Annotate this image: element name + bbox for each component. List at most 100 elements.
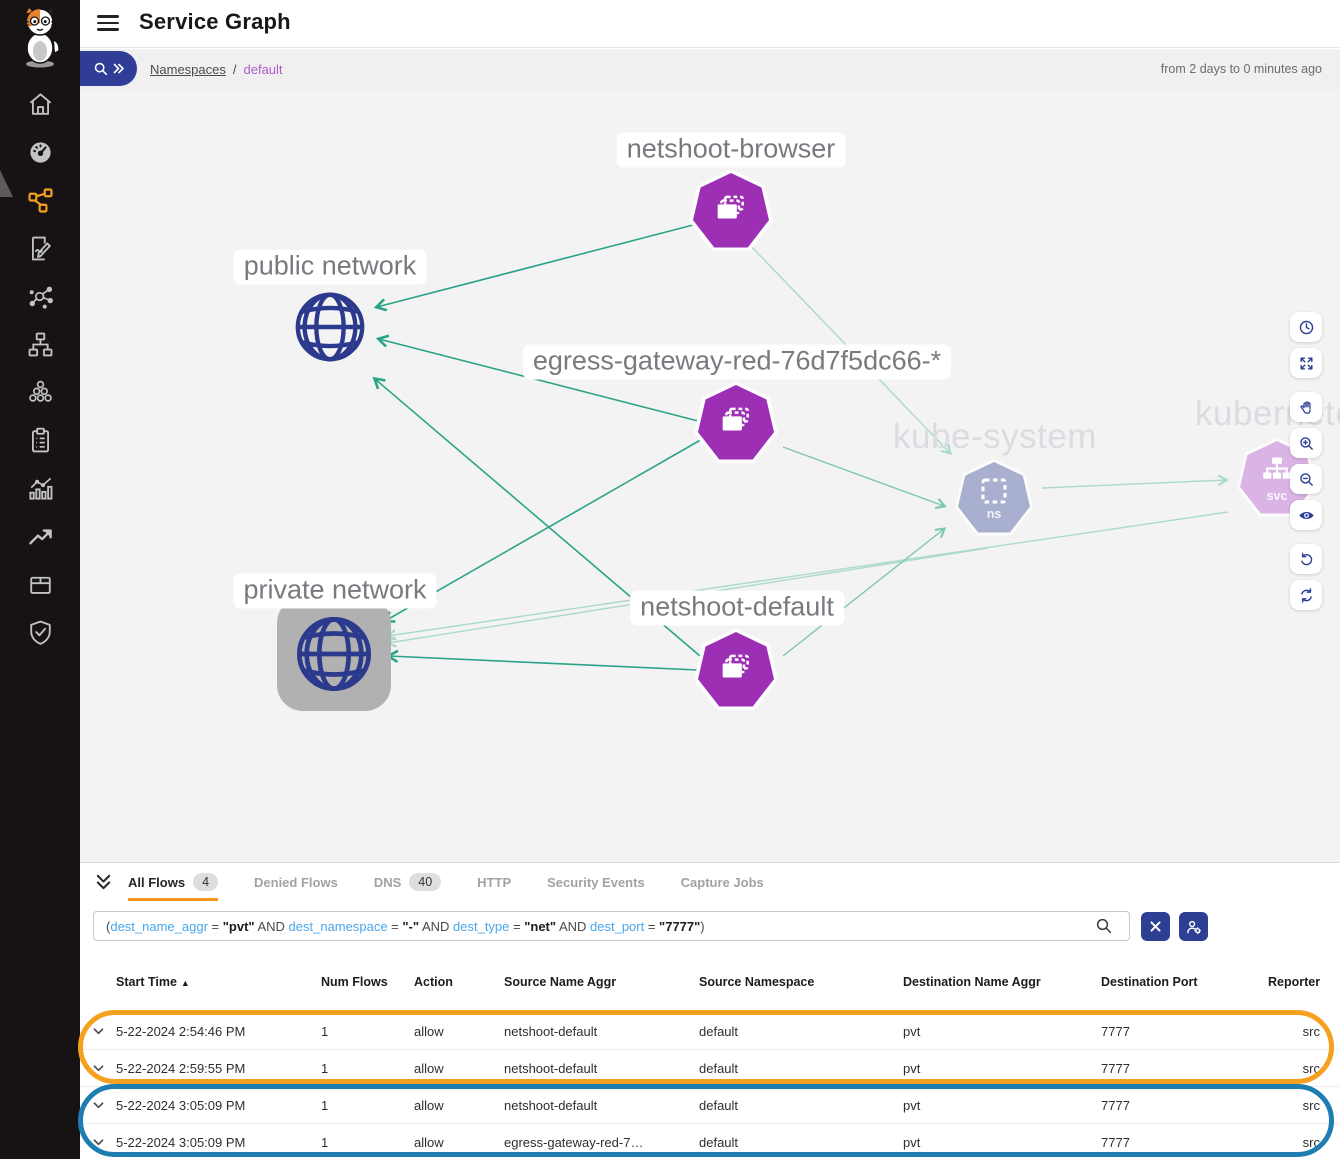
zoom-in-button[interactable] xyxy=(1290,428,1322,458)
tab-label: HTTP xyxy=(477,875,511,890)
cell-action: allow xyxy=(414,1135,504,1150)
visibility-button[interactable] xyxy=(1290,500,1322,530)
calico-cat-logo xyxy=(17,6,63,70)
cell-action: allow xyxy=(414,1098,504,1113)
zoom-out-button[interactable] xyxy=(1290,464,1322,494)
breadcrumb-namespaces-link[interactable]: Namespaces xyxy=(150,62,226,77)
cell-reporter: src xyxy=(1303,1098,1340,1113)
tab-count-badge: 4 xyxy=(193,873,218,891)
graph-search-button[interactable] xyxy=(80,51,137,86)
cell-dest-port: 7777 xyxy=(1101,1098,1268,1113)
undo-button[interactable] xyxy=(1290,544,1322,574)
globe-icon xyxy=(292,612,376,696)
filter-search-icon[interactable] xyxy=(1095,917,1113,935)
refresh-button[interactable] xyxy=(1290,580,1322,610)
service-graph-canvas[interactable]: kube-system kubernetes netshoot-browser … xyxy=(80,90,1340,862)
cell-reporter: src xyxy=(1303,1135,1340,1150)
cell-source-namespace: default xyxy=(699,1135,903,1150)
tab-label: DNS xyxy=(374,875,401,890)
sidebar-item-threat-defense[interactable] xyxy=(0,608,80,656)
cell-source-name-aggr: netshoot-default xyxy=(504,1098,699,1113)
node-public-network[interactable] xyxy=(291,288,369,371)
cell-start-time: 5-22-2024 3:05:09 PM xyxy=(116,1135,321,1150)
flows-tab[interactable]: Denied Flows xyxy=(254,863,338,901)
node-label-egress-gateway: egress-gateway-red-76d7f5dc66-* xyxy=(523,345,951,380)
sidebar-item-packages[interactable] xyxy=(0,560,80,608)
column-header[interactable]: Action xyxy=(414,959,504,991)
row-expand-chevron-icon[interactable] xyxy=(92,1064,105,1073)
cell-dest-name-aggr: pvt xyxy=(903,1024,1101,1039)
sidebar-item-trends[interactable] xyxy=(0,512,80,560)
filter-query-input[interactable]: (dest_name_aggr = "pvt" AND dest_namespa… xyxy=(93,911,1130,941)
breadcrumb-bar: Namespaces / default from 2 days to 0 mi… xyxy=(80,49,1340,90)
eye-icon xyxy=(1298,507,1315,524)
flows-tab[interactable]: Capture Jobs xyxy=(681,863,764,901)
cell-num-flows: 1 xyxy=(321,1061,414,1076)
node-private-network[interactable] xyxy=(292,612,376,701)
sidebar-item-compliance[interactable] xyxy=(0,416,80,464)
hamburger-menu-icon[interactable] xyxy=(97,13,119,33)
column-header[interactable]: Source Name Aggr xyxy=(504,959,699,991)
trends-arrow-icon xyxy=(27,523,54,550)
cell-source-namespace: default xyxy=(699,1024,903,1039)
sidebar-item-service-graph[interactable] xyxy=(0,176,80,224)
cell-action: allow xyxy=(414,1061,504,1076)
cell-start-time: 5-22-2024 2:59:55 PM xyxy=(116,1061,321,1076)
node-label-private-network: private network xyxy=(233,574,436,609)
cell-action: allow xyxy=(414,1024,504,1039)
column-header[interactable]: Destination Name Aggr xyxy=(903,959,1101,991)
sidebar-item-network-sets[interactable] xyxy=(0,320,80,368)
cell-dest-name-aggr: pvt xyxy=(903,1098,1101,1113)
graph-toolbar xyxy=(1290,312,1322,610)
compliance-clipboard-icon xyxy=(27,427,54,454)
sidebar-item-home[interactable] xyxy=(0,80,80,128)
flows-tabbar: All Flows 4 Denied Flows DNS 40 HTTP Sec… xyxy=(80,863,1340,901)
flows-tab[interactable]: HTTP xyxy=(477,863,511,901)
table-row[interactable]: 5-22-2024 2:54:46 PM 1 allow netshoot-de… xyxy=(80,1013,1340,1050)
flows-tab[interactable]: DNS 40 xyxy=(374,863,441,901)
table-row[interactable]: 5-22-2024 3:05:09 PM 1 allow egress-gate… xyxy=(80,1124,1340,1159)
row-expand-chevron-icon[interactable] xyxy=(92,1101,105,1110)
cell-num-flows: 1 xyxy=(321,1098,414,1113)
pan-button[interactable] xyxy=(1290,392,1322,422)
service-graph-icon xyxy=(27,187,54,214)
breadcrumb-separator: / xyxy=(233,62,237,77)
sidebar-item-policies[interactable] xyxy=(0,224,80,272)
sidebar-item-endpoints[interactable] xyxy=(0,272,80,320)
sidebar-item-dashboard[interactable] xyxy=(0,128,80,176)
flows-tab[interactable]: All Flows 4 xyxy=(128,863,218,901)
node-label-public-network: public network xyxy=(234,250,427,285)
filter-query-text: (dest_name_aggr = "pvt" AND dest_namespa… xyxy=(106,919,705,934)
cell-start-time: 5-22-2024 3:05:09 PM xyxy=(116,1098,321,1113)
fit-view-button[interactable] xyxy=(1290,348,1322,378)
package-box-icon xyxy=(27,571,54,598)
table-row[interactable]: 5-22-2024 3:05:09 PM 1 allow netshoot-de… xyxy=(80,1087,1340,1124)
user-settings-button[interactable] xyxy=(1179,912,1208,941)
clock-icon xyxy=(1298,319,1315,336)
column-header[interactable]: Start Time▲ xyxy=(116,959,321,991)
time-button[interactable] xyxy=(1290,312,1322,342)
top-header: Service Graph xyxy=(80,0,1340,48)
table-row[interactable]: 5-22-2024 2:59:55 PM 1 allow netshoot-de… xyxy=(80,1050,1340,1087)
page-title: Service Graph xyxy=(139,9,291,35)
sidebar-item-clusters[interactable] xyxy=(0,368,80,416)
close-icon xyxy=(1149,920,1162,933)
collapse-panel-button[interactable] xyxy=(80,863,126,901)
clear-filter-button[interactable] xyxy=(1141,912,1170,941)
column-header[interactable]: Reporter xyxy=(1268,959,1340,991)
flows-tab[interactable]: Security Events xyxy=(547,863,645,901)
column-header[interactable]: Source Namespace xyxy=(699,959,903,991)
column-header[interactable]: Num Flows xyxy=(321,959,414,991)
tab-label: Denied Flows xyxy=(254,875,338,890)
cell-dest-port: 7777 xyxy=(1101,1135,1268,1150)
replicaset-icon xyxy=(711,191,751,231)
network-sets-icon xyxy=(27,331,54,358)
tab-label: Security Events xyxy=(547,875,645,890)
sort-asc-icon: ▲ xyxy=(181,978,190,988)
sidebar-item-timelines[interactable] xyxy=(0,464,80,512)
column-header[interactable]: Destination Port xyxy=(1101,959,1268,991)
row-expand-chevron-icon[interactable] xyxy=(92,1027,105,1036)
node-label-netshoot-browser: netshoot-browser xyxy=(617,133,846,168)
row-expand-chevron-icon[interactable] xyxy=(92,1138,105,1147)
tab-count-badge: 40 xyxy=(409,873,441,891)
